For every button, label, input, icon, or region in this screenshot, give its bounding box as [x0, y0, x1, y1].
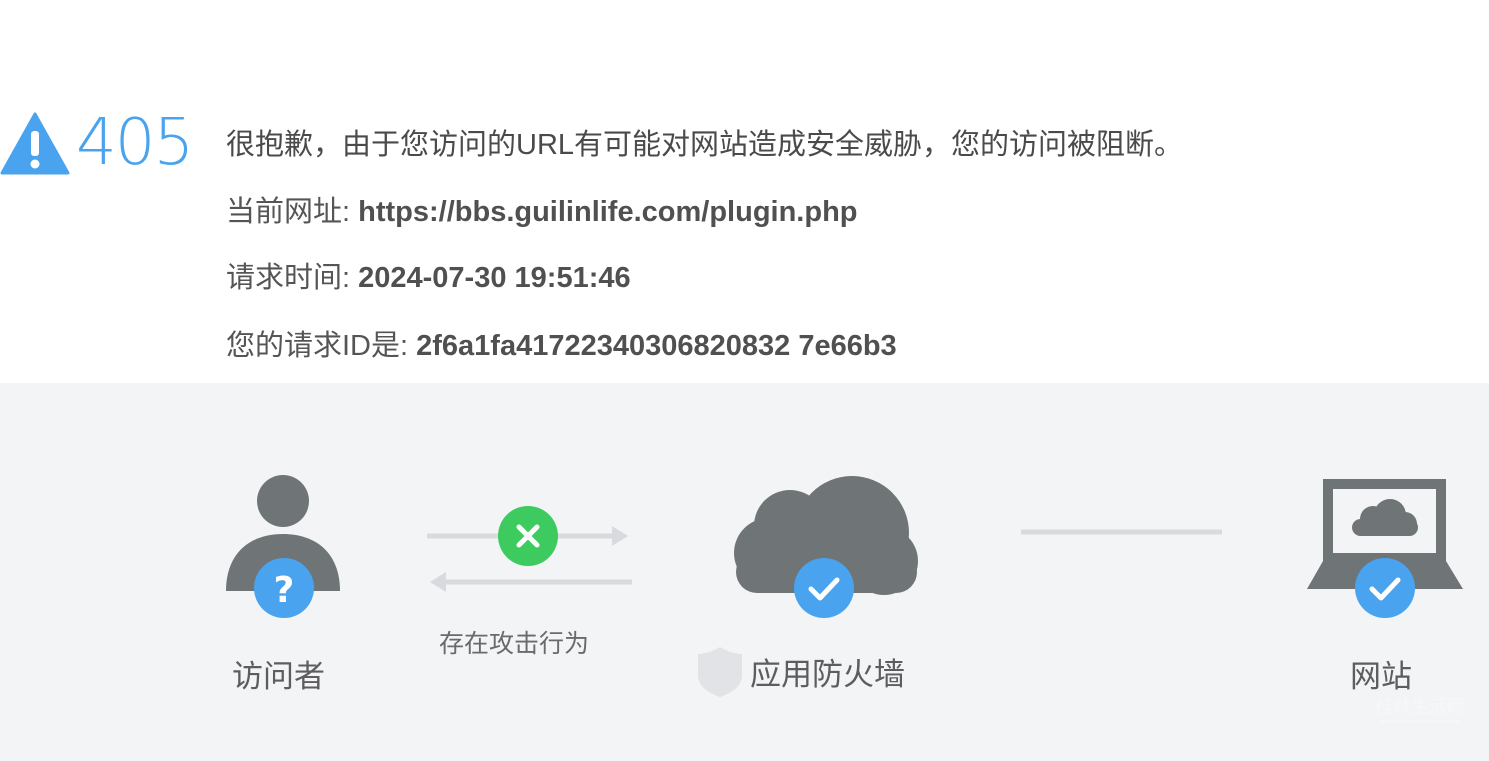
current-url-value: https://bbs.guilinlife.com/plugin.php: [358, 196, 858, 228]
error-code: 405: [76, 106, 194, 180]
current-url-row: 当前网址: https://bbs.guilinlife.com/plugin.…: [226, 192, 858, 232]
error-code-block: 405: [0, 106, 194, 180]
request-time-label: 请求时间:: [226, 262, 359, 294]
request-id-label: 您的请求ID是:: [226, 330, 417, 362]
visitor-label: 访问者: [232, 659, 325, 694]
waf-check-icon: [794, 558, 854, 618]
current-url-label: 当前网址:: [226, 196, 359, 228]
warning-icon: [0, 112, 70, 175]
request-time-row: 请求时间: 2024-07-30 19:51:46: [226, 258, 631, 298]
waf-label: 应用防火墙: [750, 657, 905, 692]
svg-text:桂林生活网: 桂林生活网: [1375, 697, 1465, 718]
response-arrow-icon: [430, 572, 632, 592]
error-message: 很抱歉，由于您访问的URL有可能对网站造成安全威胁，您的访问被阻断。: [226, 129, 1184, 161]
request-time-value: 2024-07-30 19:51:46: [358, 262, 631, 294]
blocked-x-icon: [498, 506, 558, 566]
error-page: 405 很抱歉，由于您访问的URL有可能对网站造成安全威胁，您的访问被阻断。 当…: [0, 0, 1489, 761]
block-diagram: ? 访问者 存在攻击行为 应用防火墙 网站 桂林生活网: [0, 383, 1489, 761]
error-info-section: 405 很抱歉，由于您访问的URL有可能对网站造成安全威胁，您的访问被阻断。 当…: [0, 0, 1489, 383]
shield-icon: [698, 647, 742, 697]
request-id-value: 2f6a1fa41722340306820832 7e66b3: [416, 330, 897, 362]
question-badge-icon: ?: [254, 558, 314, 618]
site-watermark-logo: 桂林生活网: [1375, 697, 1465, 722]
diagram-graphics: ?: [226, 475, 1463, 697]
svg-text:?: ?: [274, 570, 295, 611]
attack-label: 存在攻击行为: [439, 630, 590, 658]
site-check-icon: [1355, 558, 1415, 618]
request-id-row: 您的请求ID是: 2f6a1fa41722340306820832 7e66b3: [226, 326, 897, 366]
